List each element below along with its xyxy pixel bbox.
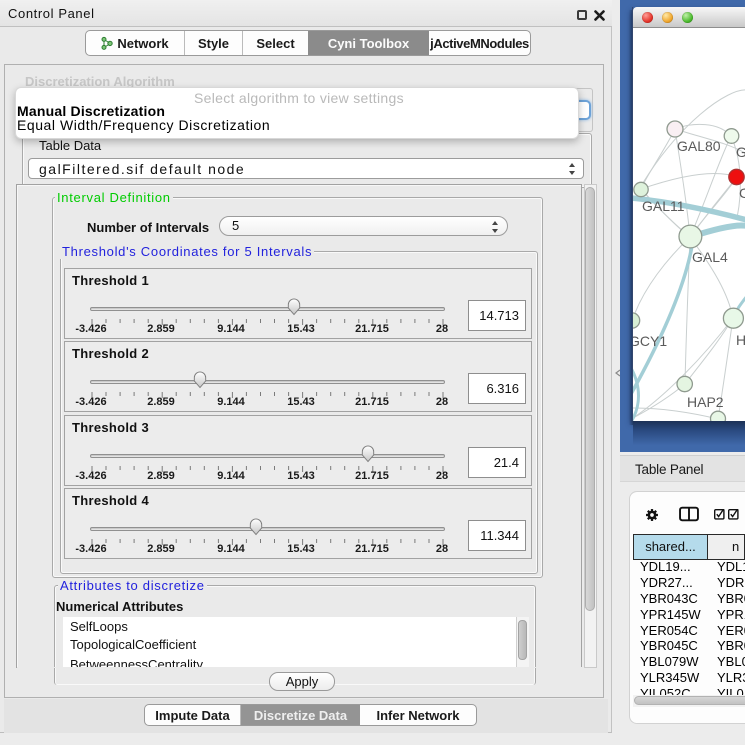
- svg-text:G.: G.: [736, 144, 745, 160]
- svg-text:H: H: [736, 332, 745, 348]
- svg-text:GAL4: GAL4: [692, 249, 728, 265]
- svg-text:HAP2: HAP2: [687, 394, 724, 410]
- svg-text:GAL11: GAL11: [642, 198, 685, 214]
- svg-text:GCY1: GCY1: [633, 333, 667, 349]
- svg-text:GAL80: GAL80: [677, 138, 721, 154]
- svg-text:C: C: [739, 185, 745, 201]
